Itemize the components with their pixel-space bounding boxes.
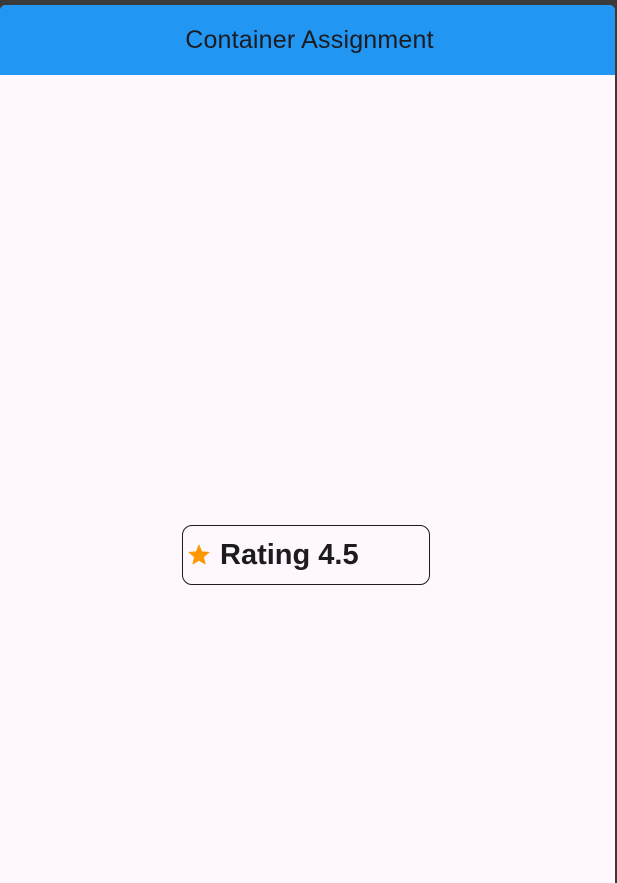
app-bar: Container Assignment: [0, 5, 615, 75]
app-window: Container Assignment Rating 4.5: [0, 5, 615, 883]
rating-card: Rating 4.5: [182, 525, 430, 585]
app-bar-title: Container Assignment: [185, 25, 434, 54]
star-icon: [188, 544, 210, 565]
app-body: Rating 4.5: [0, 75, 615, 883]
rating-label: Rating 4.5: [220, 538, 359, 571]
